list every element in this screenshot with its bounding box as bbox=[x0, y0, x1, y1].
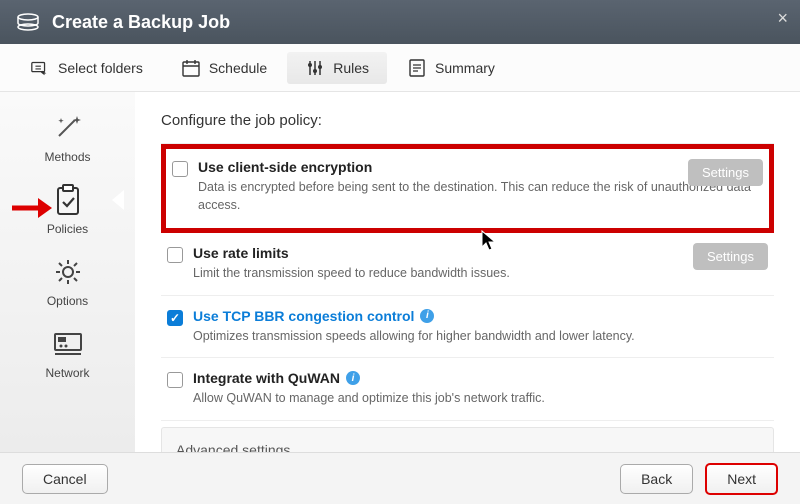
next-button[interactable]: Next bbox=[705, 463, 778, 495]
summary-icon bbox=[407, 58, 427, 78]
bbr-checkbox[interactable] bbox=[167, 310, 183, 326]
annotation-arrow-icon bbox=[10, 195, 54, 221]
step-summary[interactable]: Summary bbox=[389, 52, 513, 84]
rate-checkbox[interactable] bbox=[167, 247, 183, 263]
sidebar-label: Methods bbox=[44, 150, 90, 164]
wizard-steps: Select folders Schedule Rules Summary bbox=[0, 44, 800, 92]
quwan-checkbox[interactable] bbox=[167, 372, 183, 388]
step-label: Summary bbox=[435, 60, 495, 76]
info-icon[interactable]: i bbox=[420, 309, 434, 323]
panel-heading: Configure the job policy: bbox=[161, 112, 774, 129]
sidebar-item-network[interactable]: Network bbox=[28, 326, 108, 380]
sliders-icon bbox=[305, 58, 325, 78]
sidebar-item-options[interactable]: Options bbox=[28, 254, 108, 308]
step-label: Schedule bbox=[209, 60, 267, 76]
encryption-desc: Data is encrypted before being sent to t… bbox=[198, 179, 763, 214]
rate-label: Use rate limits bbox=[193, 245, 768, 261]
quwan-desc: Allow QuWAN to manage and optimize this … bbox=[193, 390, 768, 408]
bbr-desc: Optimizes transmission speeds allowing f… bbox=[193, 328, 768, 346]
network-icon bbox=[48, 326, 88, 362]
step-rules[interactable]: Rules bbox=[287, 52, 387, 84]
quwan-label: Integrate with QuWANi bbox=[193, 370, 768, 386]
dialog-title: Create a Backup Job bbox=[52, 12, 230, 33]
wand-icon bbox=[48, 110, 88, 146]
sidebar-item-methods[interactable]: Methods bbox=[28, 110, 108, 164]
bbr-label: Use TCP BBR congestion controli bbox=[193, 308, 768, 324]
policy-quwan: Integrate with QuWANi Allow QuWAN to man… bbox=[161, 358, 774, 421]
sidebar-label: Network bbox=[45, 366, 89, 380]
step-schedule[interactable]: Schedule bbox=[163, 52, 285, 84]
back-button[interactable]: Back bbox=[620, 464, 693, 494]
cancel-button[interactable]: Cancel bbox=[22, 464, 108, 494]
chevron-up-icon[interactable]: ︿ bbox=[743, 438, 759, 453]
sidebar-label: Options bbox=[47, 294, 88, 308]
info-icon[interactable]: i bbox=[346, 371, 360, 385]
close-icon[interactable]: × bbox=[777, 8, 788, 29]
advanced-settings: Advanced settings ︿ Only back up updated… bbox=[161, 427, 774, 453]
step-select-folders[interactable]: Select folders bbox=[12, 52, 161, 84]
step-label: Rules bbox=[333, 60, 369, 76]
sidebar-label: Policies bbox=[47, 222, 88, 236]
encryption-checkbox[interactable] bbox=[172, 161, 188, 177]
policy-panel: Configure the job policy: Use client-sid… bbox=[135, 92, 800, 452]
policy-encryption: Use client-side encryption Data is encry… bbox=[161, 144, 774, 233]
dialog-header: Create a Backup Job × bbox=[0, 0, 800, 44]
dialog-footer: Cancel Back Next bbox=[0, 452, 800, 504]
rules-sidebar: Methods Policies Options Network bbox=[0, 92, 135, 452]
encryption-settings-button[interactable]: Settings bbox=[688, 159, 763, 186]
rate-desc: Limit the transmission speed to reduce b… bbox=[193, 265, 768, 283]
backup-logo-icon bbox=[16, 10, 40, 34]
policy-bbr: Use TCP BBR congestion controli Optimize… bbox=[161, 296, 774, 359]
calendar-icon bbox=[181, 58, 201, 78]
gear-icon bbox=[48, 254, 88, 290]
encryption-label: Use client-side encryption bbox=[198, 159, 763, 175]
advanced-title: Advanced settings bbox=[176, 442, 290, 453]
step-label: Select folders bbox=[58, 60, 143, 76]
policy-rate-limits: Use rate limits Limit the transmission s… bbox=[161, 233, 774, 296]
folders-icon bbox=[30, 58, 50, 78]
rate-settings-button[interactable]: Settings bbox=[693, 243, 768, 270]
